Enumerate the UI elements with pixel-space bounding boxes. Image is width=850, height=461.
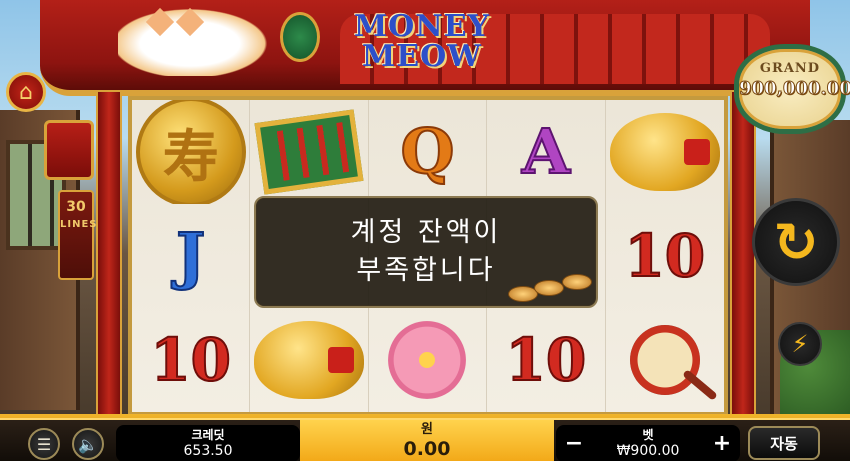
- sound-button[interactable]: 🔈: [72, 428, 104, 460]
- credit-display: 크레딧 653.50: [116, 425, 300, 461]
- menu-icon: ☰: [36, 434, 52, 454]
- turbo-button[interactable]: ⚡: [778, 322, 822, 366]
- golden-pig-icon: [254, 321, 365, 399]
- reel-cell: Q: [369, 100, 488, 204]
- symbol-j: J: [175, 219, 206, 292]
- cat-ear: [175, 7, 205, 37]
- win-label: 원: [421, 422, 433, 437]
- lines-count: 30: [66, 199, 86, 215]
- speaker-icon: 🔈: [78, 434, 98, 454]
- win-value: 0.00: [403, 438, 451, 460]
- rattle-drum-icon: [629, 325, 700, 395]
- lightning-icon: ⚡: [791, 330, 809, 358]
- reel-cell: 寿: [132, 100, 251, 204]
- lines-word: LINES: [60, 219, 98, 230]
- reel-cell: 10: [132, 308, 251, 412]
- bottom-bar: ☰ 🔈 크레딧 653.50 원 0.00 − 벳 ₩900.00 + 자동: [0, 414, 850, 461]
- reel-cell: [606, 100, 724, 204]
- reel-cell: 10: [606, 204, 724, 308]
- bet-control: − 벳 ₩900.00 +: [556, 425, 740, 461]
- logo-line-2: MEOW: [362, 39, 482, 74]
- reel-cell: [250, 100, 369, 204]
- home-icon: ⌂: [19, 79, 33, 105]
- golden-pig-icon: [609, 113, 720, 191]
- bet-label: 벳: [642, 428, 654, 442]
- menu-button[interactable]: ☰: [28, 428, 60, 460]
- lucky-cat-icon: [118, 4, 278, 76]
- money-bag-icon: [280, 12, 320, 62]
- symbol-a: A: [521, 115, 571, 188]
- bet-value: ₩900.00: [616, 443, 680, 459]
- blossom-icon: [388, 321, 467, 399]
- bet-display: 벳 ₩900.00: [592, 425, 704, 461]
- cat-ear: [145, 7, 175, 37]
- reel-cell: J: [132, 204, 251, 308]
- bet-decrease-button[interactable]: −: [556, 425, 592, 461]
- game-scene: MONEY MEOW ⌂ 30 LINES GRAND 900,000.00 寿…: [0, 0, 850, 461]
- spin-icon: ↻: [773, 210, 819, 274]
- symbol-q: Q: [399, 115, 455, 188]
- grand-jackpot: GRAND 900,000.00: [730, 30, 850, 140]
- reel-cell: [606, 308, 724, 412]
- win-display: 원 0.00: [300, 420, 554, 461]
- left-pillar: [96, 90, 122, 420]
- logo-line-1: MONEY: [353, 9, 491, 44]
- symbol-ten: 10: [505, 326, 588, 394]
- credit-label: 크레딧: [191, 428, 225, 442]
- lines-badge: 30 LINES: [58, 190, 98, 280]
- bet-increase-button[interactable]: +: [704, 425, 740, 461]
- reel-cell: 10: [487, 308, 606, 412]
- credit-value: 653.50: [183, 443, 233, 459]
- coin-fu-icon: 寿: [135, 100, 246, 204]
- abacus-icon: [254, 109, 364, 195]
- jackpot-label: GRAND: [759, 61, 821, 76]
- spin-button[interactable]: ↻: [752, 198, 840, 286]
- lantern-icon: [44, 120, 94, 180]
- symbol-ten: 10: [149, 326, 232, 394]
- home-button[interactable]: ⌂: [6, 72, 46, 112]
- coins-icon: [508, 272, 598, 306]
- jackpot-amount: 900,000.00: [739, 78, 850, 100]
- message-line-1: 계정 잔액이: [350, 217, 502, 248]
- reel-cell: [369, 308, 488, 412]
- reel-cell: [250, 308, 369, 412]
- game-logo: MONEY MEOW: [352, 12, 492, 72]
- jackpot-plate: GRAND 900,000.00: [734, 44, 850, 134]
- symbol-ten: 10: [623, 222, 706, 290]
- autoplay-button[interactable]: 자동: [748, 426, 820, 460]
- reel-cell: A: [487, 100, 606, 204]
- bottom-bar-inner: ☰ 🔈 크레딧 653.50 원 0.00 − 벳 ₩900.00 + 자동: [0, 418, 850, 461]
